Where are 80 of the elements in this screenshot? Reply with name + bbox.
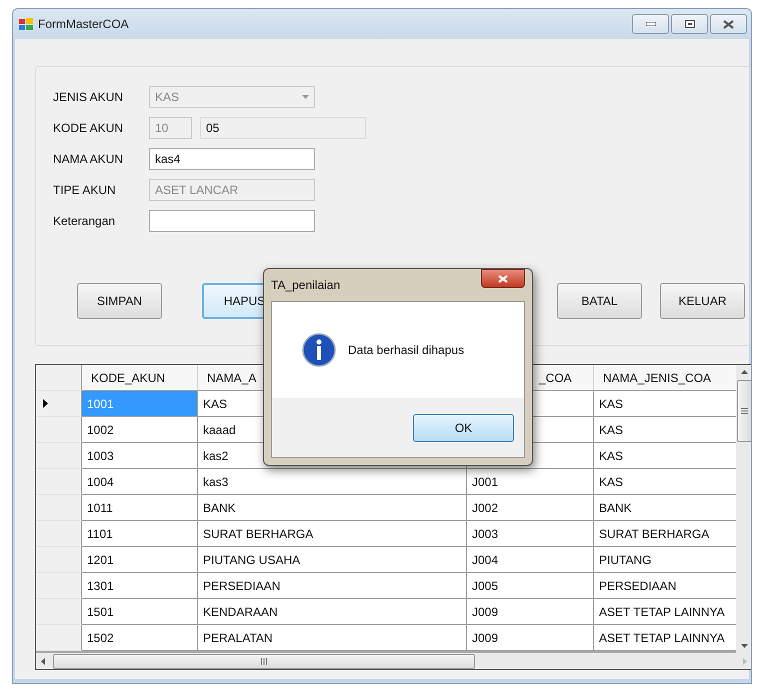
- table-cell: 1502: [82, 625, 198, 651]
- action-button[interactable]: SIMPAN: [77, 283, 162, 319]
- vertical-scrollbar[interactable]: [736, 365, 751, 653]
- table-cell: KAS: [594, 391, 737, 417]
- table-cell: KAS: [594, 417, 737, 443]
- maximize-icon: [684, 20, 694, 28]
- grip-icon: [740, 408, 748, 414]
- horizontal-scrollbar[interactable]: [36, 653, 751, 669]
- table-cell: ASET TETAP LAINNYA: [594, 599, 737, 625]
- scroll-left-icon[interactable]: [41, 658, 45, 664]
- table-cell: BANK: [198, 495, 467, 521]
- close-button[interactable]: [481, 269, 525, 288]
- row-header[interactable]: [36, 495, 82, 521]
- info-icon: [302, 333, 336, 367]
- table-cell: KAS: [594, 469, 737, 495]
- row-header[interactable]: [36, 547, 82, 573]
- table-cell: 1001: [82, 391, 198, 417]
- table-cell: SURAT BERHARGA: [198, 521, 467, 547]
- table-cell: BANK: [594, 495, 737, 521]
- table-cell: SURAT BERHARGA: [594, 521, 737, 547]
- row-header[interactable]: [36, 391, 82, 417]
- field-label: NAMA AKUN: [53, 152, 124, 166]
- scroll-thumb[interactable]: [53, 654, 475, 668]
- caret-icon: [302, 95, 309, 99]
- column-header[interactable]: NAMA_JENIS_COA: [594, 365, 737, 391]
- table-cell: PERSEDIAAN: [198, 573, 467, 599]
- row-header[interactable]: [36, 625, 82, 651]
- table-cell: J009: [467, 599, 594, 625]
- ok-button[interactable]: OK: [413, 414, 514, 442]
- table-cell: J002: [467, 495, 594, 521]
- table-cell: PIUTANG: [594, 547, 737, 573]
- input-field[interactable]: kas4: [149, 148, 315, 170]
- scroll-up-icon[interactable]: [740, 370, 748, 374]
- table-cell: J003: [467, 521, 594, 547]
- grip-icon: [261, 658, 267, 664]
- form-icon: [19, 18, 33, 30]
- scroll-right-icon[interactable]: [743, 658, 747, 664]
- table-cell: J005: [467, 573, 594, 599]
- field-label: KODE AKUN: [53, 121, 124, 135]
- input-field[interactable]: [149, 210, 315, 232]
- table-cell: 1011: [82, 495, 198, 521]
- row-header[interactable]: [36, 573, 82, 599]
- table-cell: 1002: [82, 417, 198, 443]
- row-header[interactable]: [36, 521, 82, 547]
- table-cell: 1004: [82, 469, 198, 495]
- dialog-message: Data berhasil dihapus: [348, 343, 464, 357]
- column-header[interactable]: KODE_AKUN: [82, 365, 198, 391]
- table-cell: PERALATAN: [198, 625, 467, 651]
- table-cell: PIUTANG USAHA: [198, 547, 467, 573]
- scroll-thumb[interactable]: [736, 380, 751, 442]
- table-cell: PERSEDIAAN: [594, 573, 737, 599]
- maximize-button[interactable]: [671, 14, 708, 34]
- table-cell: 1003: [82, 443, 198, 469]
- row-header[interactable]: [36, 599, 82, 625]
- table-cell: KENDARAAN: [198, 599, 467, 625]
- close-icon: [498, 274, 508, 282]
- field-label: Keterangan: [53, 214, 116, 228]
- row-header[interactable]: [36, 469, 82, 495]
- action-button[interactable]: BATAL: [557, 283, 642, 319]
- table-cell: J001: [467, 469, 594, 495]
- input-field[interactable]: 05: [200, 117, 366, 139]
- table-cell: 1501: [82, 599, 198, 625]
- scroll-down-icon[interactable]: [740, 644, 748, 648]
- field-label: JENIS AKUN: [53, 90, 124, 104]
- close-button[interactable]: [710, 14, 747, 34]
- table-cell: kas3: [198, 469, 467, 495]
- close-icon: [723, 20, 734, 28]
- table-cell: 1201: [82, 547, 198, 573]
- action-button[interactable]: KELUAR: [660, 283, 745, 319]
- row-header[interactable]: [36, 417, 82, 443]
- minimize-icon: [646, 22, 656, 26]
- table-cell: J009: [467, 625, 594, 651]
- table-cell: J004: [467, 547, 594, 573]
- field-label: TIPE AKUN: [53, 183, 117, 197]
- table-cell: 1301: [82, 573, 198, 599]
- row-header[interactable]: [36, 443, 82, 469]
- table-cell: ASET TETAP LAINNYA: [594, 625, 737, 651]
- table-cell: 1101: [82, 521, 198, 547]
- window-title: FormMasterCOA: [38, 17, 129, 31]
- table-cell: KAS: [594, 443, 737, 469]
